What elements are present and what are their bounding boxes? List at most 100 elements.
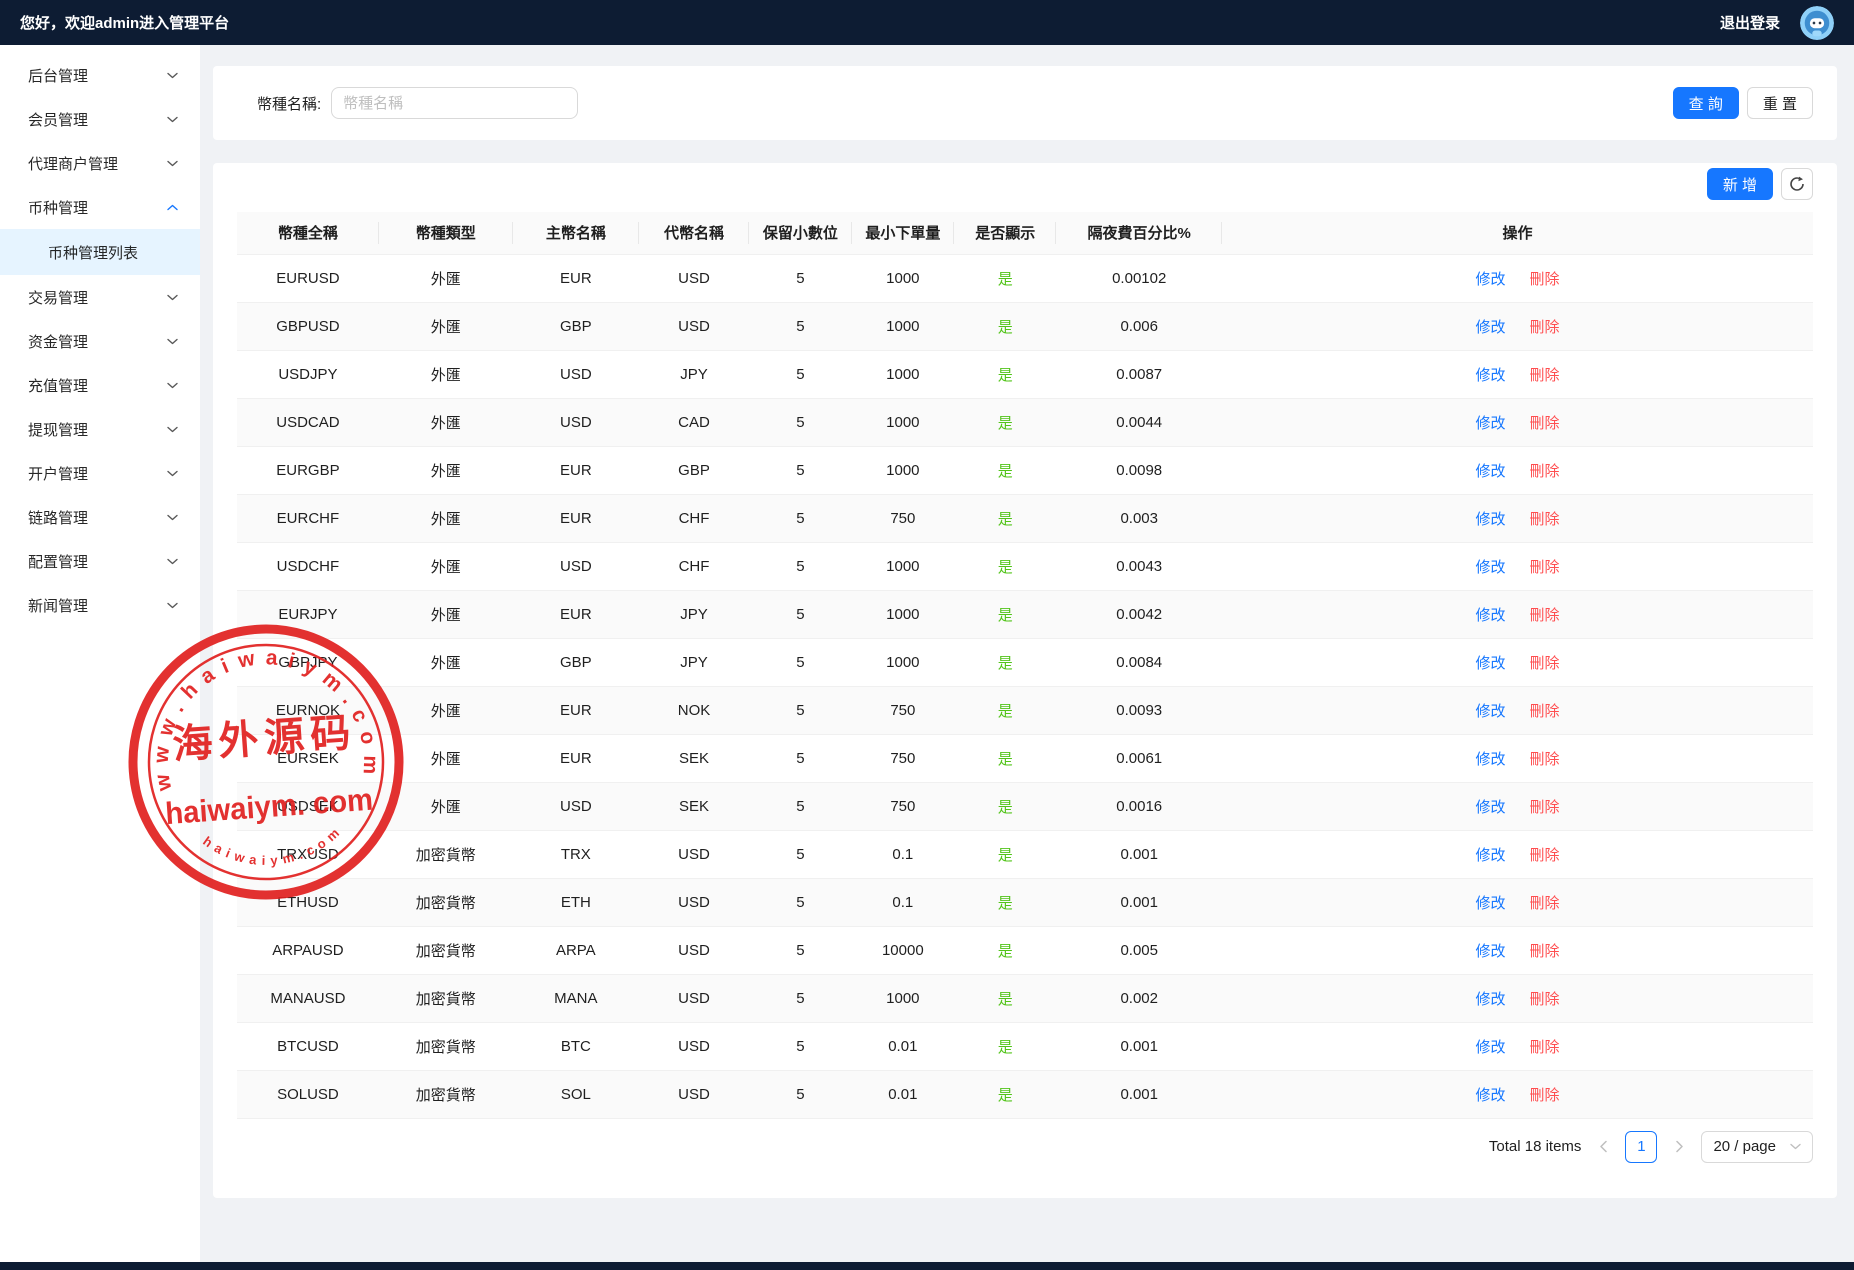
- delete-link[interactable]: 刪除: [1529, 751, 1559, 768]
- delete-link[interactable]: 刪除: [1529, 511, 1559, 528]
- delete-link[interactable]: 刪除: [1529, 847, 1559, 864]
- delete-link[interactable]: 刪除: [1529, 271, 1559, 288]
- sidebar-item-funds[interactable]: 资金管理: [0, 319, 200, 363]
- cell-full-name: EURJPY: [237, 590, 379, 638]
- cell-actions: 修改 刪除: [1222, 926, 1813, 974]
- cell-min-order: 0.01: [852, 1070, 954, 1118]
- edit-link[interactable]: 修改: [1475, 895, 1505, 912]
- add-button[interactable]: 新 增: [1707, 168, 1773, 200]
- delete-link[interactable]: 刪除: [1529, 463, 1559, 480]
- prev-page-button[interactable]: [1591, 1131, 1615, 1163]
- sidebar-item-currency-list[interactable]: 币种管理列表: [0, 229, 200, 275]
- cell-full-name: SOLUSD: [237, 1070, 379, 1118]
- cell-type: 加密貨幣: [379, 830, 513, 878]
- table-row: USDJPY外匯USDJPY51000是0.0087修改刪除: [237, 350, 1813, 398]
- edit-link[interactable]: 修改: [1475, 271, 1505, 288]
- delete-link[interactable]: 刪除: [1529, 1087, 1559, 1104]
- cell-min-order: 1000: [852, 974, 954, 1022]
- refresh-button[interactable]: [1781, 168, 1813, 200]
- edit-link[interactable]: 修改: [1475, 511, 1505, 528]
- sidebar-item-label: 充值管理: [28, 375, 88, 396]
- cell-type: 外匯: [379, 734, 513, 782]
- col-header-full-name: 幣種全稱: [237, 212, 379, 254]
- edit-link[interactable]: 修改: [1475, 943, 1505, 960]
- cell-visible: 是: [954, 398, 1056, 446]
- edit-link[interactable]: 修改: [1475, 559, 1505, 576]
- sidebar-item-label: 链路管理: [28, 507, 88, 528]
- delete-link[interactable]: 刪除: [1529, 319, 1559, 336]
- delete-link[interactable]: 刪除: [1529, 655, 1559, 672]
- sidebar-item-member[interactable]: 会员管理: [0, 97, 200, 141]
- cell-visible: 是: [954, 590, 1056, 638]
- edit-link[interactable]: 修改: [1475, 319, 1505, 336]
- edit-link[interactable]: 修改: [1475, 367, 1505, 384]
- edit-link[interactable]: 修改: [1475, 703, 1505, 720]
- next-page-button[interactable]: [1667, 1131, 1691, 1163]
- col-header-actions: 操作: [1222, 212, 1813, 254]
- table-row: GBPUSD外匯GBPUSD51000是0.006修改刪除: [237, 302, 1813, 350]
- delete-link[interactable]: 刪除: [1529, 895, 1559, 912]
- edit-link[interactable]: 修改: [1475, 847, 1505, 864]
- delete-link[interactable]: 刪除: [1529, 415, 1559, 432]
- logout-link[interactable]: 退出登录: [1720, 12, 1780, 33]
- chevron-down-icon: [167, 72, 178, 79]
- edit-link[interactable]: 修改: [1475, 415, 1505, 432]
- cell-fee: 0.001: [1056, 1022, 1221, 1070]
- edit-link[interactable]: 修改: [1475, 751, 1505, 768]
- sidebar-item-trade[interactable]: 交易管理: [0, 275, 200, 319]
- edit-link[interactable]: 修改: [1475, 655, 1505, 672]
- edit-link[interactable]: 修改: [1475, 1039, 1505, 1056]
- cell-quote: CAD: [639, 398, 749, 446]
- sidebar-item-config[interactable]: 配置管理: [0, 539, 200, 583]
- sidebar-item-currency[interactable]: 币种管理: [0, 185, 200, 229]
- edit-link[interactable]: 修改: [1475, 1087, 1505, 1104]
- edit-link[interactable]: 修改: [1475, 607, 1505, 624]
- sidebar-item-news[interactable]: 新闻管理: [0, 583, 200, 627]
- edit-link[interactable]: 修改: [1475, 799, 1505, 816]
- cell-quote: USD: [639, 926, 749, 974]
- sidebar-item-agent-merchant[interactable]: 代理商户管理: [0, 141, 200, 185]
- sidebar-item-deposit[interactable]: 充值管理: [0, 363, 200, 407]
- cell-actions: 修改 刪除: [1222, 734, 1813, 782]
- cell-actions: 修改 刪除: [1222, 254, 1813, 302]
- cell-visible: 是: [954, 926, 1056, 974]
- cell-visible: 是: [954, 686, 1056, 734]
- edit-link[interactable]: 修改: [1475, 991, 1505, 1008]
- cell-fee: 0.005: [1056, 926, 1221, 974]
- user-avatar[interactable]: [1800, 6, 1834, 40]
- table-row: USDCAD外匯USDCAD51000是0.0044修改刪除: [237, 398, 1813, 446]
- currency-name-input[interactable]: [331, 87, 578, 119]
- page-size-select[interactable]: 20 / page: [1701, 1131, 1813, 1163]
- query-button[interactable]: 查 詢: [1673, 87, 1739, 119]
- current-page-button[interactable]: 1: [1625, 1131, 1657, 1163]
- cell-visible: 是: [954, 350, 1056, 398]
- sidebar-item-link[interactable]: 链路管理: [0, 495, 200, 539]
- cell-quote: JPY: [639, 638, 749, 686]
- cell-decimals: 5: [749, 350, 851, 398]
- delete-link[interactable]: 刪除: [1529, 799, 1559, 816]
- delete-link[interactable]: 刪除: [1529, 703, 1559, 720]
- col-header-min-order: 最小下單量: [852, 212, 954, 254]
- table-row: EURNOK外匯EURNOK5750是0.0093修改刪除: [237, 686, 1813, 734]
- delete-link[interactable]: 刪除: [1529, 607, 1559, 624]
- cell-fee: 0.0044: [1056, 398, 1221, 446]
- sidebar-item-backstage[interactable]: 后台管理: [0, 53, 200, 97]
- delete-link[interactable]: 刪除: [1529, 367, 1559, 384]
- reset-button[interactable]: 重 置: [1747, 87, 1813, 119]
- delete-link[interactable]: 刪除: [1529, 559, 1559, 576]
- delete-link[interactable]: 刪除: [1529, 1039, 1559, 1056]
- delete-link[interactable]: 刪除: [1529, 991, 1559, 1008]
- edit-link[interactable]: 修改: [1475, 463, 1505, 480]
- sidebar-item-account-open[interactable]: 开户管理: [0, 451, 200, 495]
- chevron-down-icon: [167, 294, 178, 301]
- cell-quote: USD: [639, 254, 749, 302]
- cell-full-name: MANAUSD: [237, 974, 379, 1022]
- sidebar-item-withdraw[interactable]: 提现管理: [0, 407, 200, 451]
- total-items-label: Total 18 items: [1489, 1138, 1582, 1155]
- avatar-icon: [1800, 6, 1834, 40]
- table-row: EURSEK外匯EURSEK5750是0.0061修改刪除: [237, 734, 1813, 782]
- cell-quote: CHF: [639, 542, 749, 590]
- cell-full-name: USDCHF: [237, 542, 379, 590]
- cell-visible: 是: [954, 1070, 1056, 1118]
- delete-link[interactable]: 刪除: [1529, 943, 1559, 960]
